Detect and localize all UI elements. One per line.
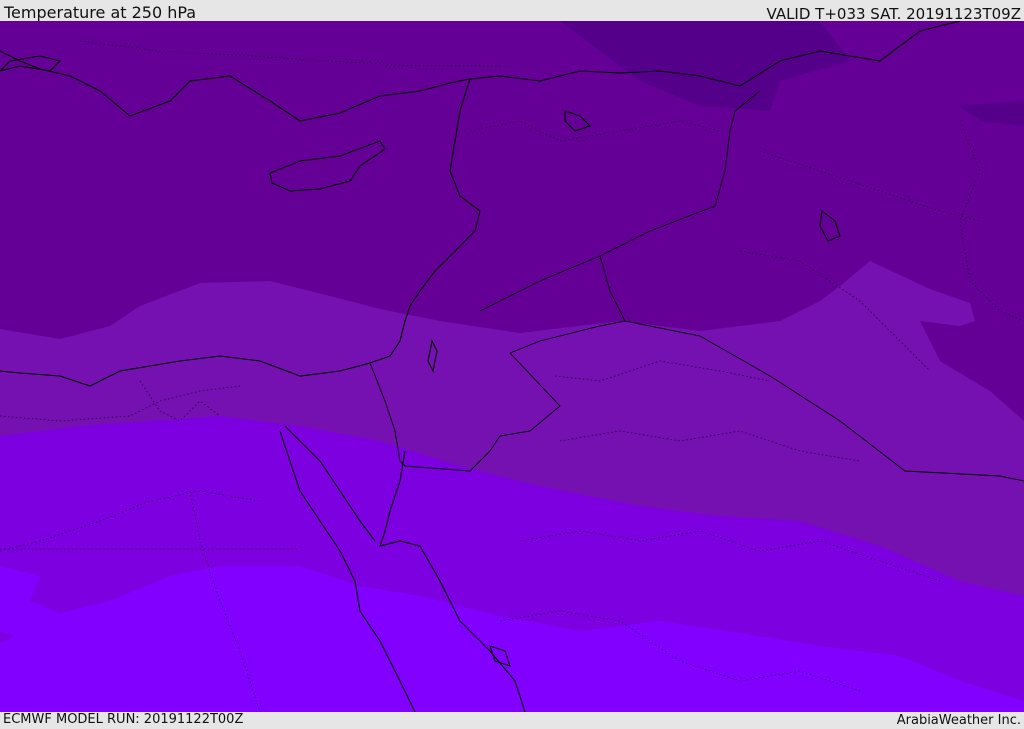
model-run-label: ECMWF MODEL RUN: 20191122T00Z: [3, 712, 244, 727]
map-footer: ECMWF MODEL RUN: 20191122T00Z ArabiaWeat…: [0, 712, 1024, 729]
temperature-map: [0, 21, 1024, 712]
map-title: Temperature at 250 hPa: [4, 3, 197, 22]
map-header: Temperature at 250 hPa VALID T+033 SAT. …: [0, 0, 1024, 23]
credit-label: ArabiaWeather Inc.: [896, 713, 1021, 728]
